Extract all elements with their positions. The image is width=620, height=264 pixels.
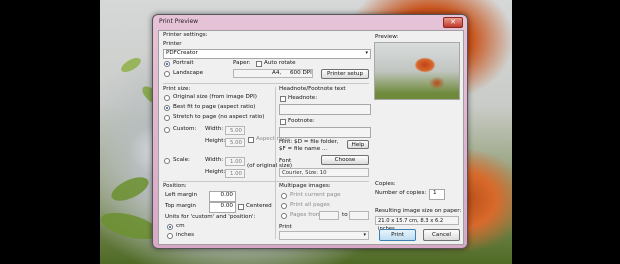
print-all-label: Print all pages xyxy=(290,202,330,208)
leaf-decoration xyxy=(108,172,152,206)
printer-label: Printer xyxy=(163,41,182,47)
aspect-ratio-checkbox[interactable] xyxy=(248,137,254,143)
headnote-section-label: Headnote/Footnote text xyxy=(279,86,346,92)
choose-font-button[interactable]: Choose xyxy=(321,155,369,165)
print-preview-dialog: Print Preview ✕ Printer settings: Printe… xyxy=(152,14,468,249)
best-fit-radio[interactable] xyxy=(164,105,170,111)
portrait-radio[interactable] xyxy=(164,61,170,67)
paper-size: A4, xyxy=(272,70,282,76)
custom-label: Custom: xyxy=(173,126,197,132)
unit-cm-radio[interactable] xyxy=(167,224,173,230)
centered-checkbox[interactable] xyxy=(238,204,244,210)
print-all-radio[interactable] xyxy=(281,203,287,209)
scale-height-label: Height: xyxy=(205,169,226,175)
print-current-radio[interactable] xyxy=(281,193,287,199)
custom-width-field[interactable]: 5.00 xyxy=(225,126,245,135)
auto-rotate-label: Auto rotate xyxy=(264,60,296,66)
stretch-radio[interactable] xyxy=(164,115,170,121)
chevron-down-icon: ▾ xyxy=(363,232,366,238)
print-current-label: Print current page xyxy=(290,192,341,198)
printer-select[interactable]: PDFCreator ▾ xyxy=(163,49,371,59)
copies-label: Copies: xyxy=(375,181,396,187)
auto-rotate-checkbox[interactable] xyxy=(256,61,262,67)
unit-inches-radio[interactable] xyxy=(167,233,173,239)
custom-height-label: Height: xyxy=(205,138,226,144)
top-margin-value: 0.00 xyxy=(220,203,233,209)
preview-label: Preview: xyxy=(375,34,399,40)
scale-radio[interactable] xyxy=(164,158,170,164)
divider xyxy=(275,87,276,239)
scale-label: Scale: xyxy=(173,157,190,163)
headnote-checkbox[interactable] xyxy=(280,96,286,102)
landscape-radio[interactable] xyxy=(164,71,170,77)
leaf-decoration xyxy=(118,55,144,75)
cancel-button[interactable]: Cancel xyxy=(423,229,460,241)
hint-text: Hint: $D = file folder, $F = file name .… xyxy=(279,139,339,152)
custom-radio[interactable] xyxy=(164,127,170,133)
font-value-field: Courier, Size: 10 xyxy=(279,168,369,177)
top-margin-label: Top margin xyxy=(165,203,196,209)
original-size-label: Original size (from image DPI) xyxy=(173,94,257,100)
headnote-label: Headnote: xyxy=(288,95,318,101)
result-value: 21.0 x 15.7 cm, 8.3 x 6.2 inches xyxy=(375,216,459,232)
units-label: Units for 'custom' and 'position': xyxy=(165,214,256,220)
divider xyxy=(163,83,369,84)
paper-label: Paper: xyxy=(233,60,251,66)
footnote-input[interactable] xyxy=(279,127,371,138)
divider xyxy=(163,181,369,182)
custom-width-label: Width: xyxy=(205,126,224,132)
chevron-down-icon: ▾ xyxy=(365,50,368,56)
window-title: Print Preview xyxy=(159,18,199,25)
printer-setup-button[interactable]: Printer setup xyxy=(321,69,369,79)
portrait-label: Portrait xyxy=(173,60,194,66)
close-button[interactable]: ✕ xyxy=(443,17,463,28)
footnote-label: Footnote: xyxy=(288,118,315,124)
print-select-label: Print xyxy=(279,224,292,230)
preview-pane xyxy=(374,42,460,100)
print-size-label: Print size: xyxy=(163,86,191,92)
right-frame xyxy=(512,0,620,264)
paper-field: A4, 600 DPI xyxy=(233,69,313,78)
font-label: Font xyxy=(279,158,292,164)
multipage-label: Multipage images: xyxy=(279,183,331,189)
preview-thumbnail xyxy=(375,43,459,99)
scale-width-field[interactable]: 1.00 xyxy=(225,157,245,166)
paper-dpi: 600 DPI xyxy=(290,70,312,76)
pages-to-field[interactable] xyxy=(349,211,369,220)
print-select[interactable]: ▾ xyxy=(279,231,369,240)
dialog-client: Printer settings: Printer PDFCreator ▾ P… xyxy=(158,30,464,245)
left-margin-value: 0.00 xyxy=(220,192,233,198)
left-margin-field[interactable]: 0.00 xyxy=(209,191,236,202)
pages-from-field[interactable] xyxy=(319,211,339,220)
stretch-label: Stretch to page (no aspect ratio) xyxy=(173,114,265,120)
printer-settings-label: Printer settings: xyxy=(163,32,208,38)
unit-inches-label: inches xyxy=(176,232,195,238)
landscape-label: Landscape xyxy=(173,70,204,76)
scale-height-field[interactable]: 1.00 xyxy=(225,169,245,178)
unit-cm-label: cm xyxy=(176,223,185,229)
original-size-radio[interactable] xyxy=(164,95,170,101)
headnote-input[interactable] xyxy=(279,104,371,115)
pages-from-radio[interactable] xyxy=(281,213,287,219)
print-button[interactable]: Print xyxy=(379,229,416,241)
custom-height-field[interactable]: 5.00 xyxy=(225,138,245,147)
title-bar[interactable]: Print Preview ✕ xyxy=(153,15,467,29)
copies-field[interactable]: 1 xyxy=(429,189,445,200)
help-button[interactable]: Help xyxy=(347,140,369,149)
pages-to-label: to xyxy=(342,212,348,218)
position-label: Position: xyxy=(163,183,187,189)
result-label: Resulting image size on paper: xyxy=(375,208,462,214)
left-margin-label: Left margin xyxy=(165,192,198,198)
copies-value: 1 xyxy=(433,190,437,196)
best-fit-label: Best fit to page (aspect ratio) xyxy=(173,104,256,110)
number-of-copies-label: Number of copies: xyxy=(375,190,427,196)
top-margin-field[interactable]: 0.00 xyxy=(209,202,236,213)
footnote-checkbox[interactable] xyxy=(280,119,286,125)
printer-value: PDFCreator xyxy=(166,50,198,56)
scale-width-label: Width: xyxy=(205,157,224,163)
centered-label: Centered xyxy=(246,203,272,209)
